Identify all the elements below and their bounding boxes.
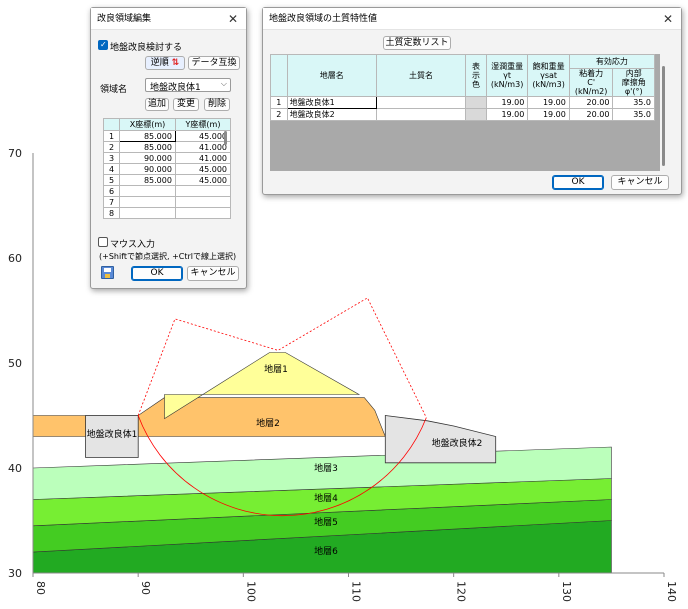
prop-header-sat: 飽和重量 γsat (kN/m3): [527, 54, 570, 97]
cancel-button[interactable]: キャンセル: [611, 175, 669, 190]
dialog-title-bar: 改良領域編集 ✕: [91, 8, 246, 30]
table-row[interactable]: 6: [103, 185, 232, 197]
soil-constant-list-button[interactable]: 土質定数リスト: [383, 36, 451, 50]
ok-button[interactable]: OK: [131, 266, 183, 281]
y-tick-label: 60: [8, 252, 22, 265]
coordinate-table[interactable]: X座標(m) Y座標(m) 1 85.000 45.000 2 85.000 41.00…: [103, 118, 232, 219]
prop-header-friction: 内部 摩擦角 φ'(°): [612, 68, 655, 97]
reverse-order-button[interactable]: 逆順 ⇅: [145, 56, 185, 70]
prop-header-soil: 土質名: [375, 54, 467, 97]
x-tick-label: 140: [665, 581, 678, 602]
selection-hint: (+Shiftで節点選択, +Ctrlで線上選択): [99, 252, 237, 261]
y-tick-label: 50: [8, 357, 22, 370]
prop-header-wet: 湿潤重量 γt (kN/m3): [485, 54, 529, 97]
x-tick-label: 120: [455, 581, 468, 602]
prop-header-cohesion: 粘着力 C' (kN/m2): [568, 68, 614, 97]
color-cell[interactable]: [465, 96, 487, 109]
close-icon[interactable]: ✕: [226, 8, 240, 30]
table-row[interactable]: 1 85.000 45.000: [103, 130, 232, 142]
table-row[interactable]: 2 85.000 41.000: [103, 141, 232, 153]
x-tick-label: 130: [560, 581, 573, 602]
soil-properties-table[interactable]: 地層名 土質名 表示色 湿潤重量 γt (kN/m3) 飽和重量 γsat (kN/m3…: [270, 54, 656, 121]
y-tick-label: 30: [8, 567, 22, 580]
table-row[interactable]: 7: [103, 196, 232, 208]
ok-button[interactable]: OK: [552, 175, 604, 190]
chevron-down-icon: ⌵: [220, 79, 227, 88]
data-swap-button[interactable]: データ互換: [188, 56, 240, 70]
y-tick-label: 70: [8, 147, 22, 160]
table-row[interactable]: 1 地盤改良体1 19.00 19.00 20.00 35.0: [270, 96, 655, 109]
table-row[interactable]: 2 地盤改良体2 19.00 19.00 20.00 35.0: [270, 108, 655, 121]
improvement-label-1: 地盤改良体1: [87, 428, 138, 440]
coord-header-y: Y座標(m): [174, 118, 232, 131]
layer-label-4: 地層4: [314, 492, 338, 504]
add-button[interactable]: 追加: [145, 98, 169, 111]
prop-header-index: [270, 54, 288, 97]
change-button[interactable]: 変更: [173, 98, 199, 111]
table-scrollbar[interactable]: [224, 131, 227, 145]
close-icon[interactable]: ✕: [661, 8, 675, 30]
save-icon[interactable]: [101, 266, 114, 279]
x-tick-label: 100: [244, 581, 257, 602]
x-tick-label: 80: [34, 581, 47, 595]
dialog-title: 改良領域編集: [97, 14, 152, 24]
mouse-input-checkbox[interactable]: [98, 237, 108, 247]
color-cell[interactable]: [465, 108, 487, 121]
table-scrollbar[interactable]: [662, 66, 665, 166]
prop-header-color: 表示色: [465, 54, 487, 97]
prop-header-effective-stress: 有効応力: [568, 54, 656, 69]
y-tick-label: 40: [8, 462, 22, 475]
soil-properties-dialog: 地盤改良領域の土質特性値 ✕ 土質定数リスト 地層名 土質名 表示色 湿潤重量 γ…: [262, 7, 682, 195]
coord-header-index: [103, 118, 120, 131]
table-row[interactable]: 8: [103, 207, 232, 219]
soil-layers: [32, 352, 612, 574]
prop-header-layer: 地層名: [286, 54, 377, 97]
x-tick-label: 110: [350, 581, 363, 602]
layer-label-6: 地層6: [314, 545, 338, 557]
coord-header-x: X座標(m): [119, 118, 176, 131]
table-row[interactable]: 3 90.000 41.000: [103, 152, 232, 164]
swap-arrows-icon: ⇅: [171, 58, 180, 68]
layer-label-5: 地層5: [314, 516, 338, 528]
dialog-title-bar: 地盤改良領域の土質特性値 ✕: [263, 8, 681, 30]
region-edit-dialog: 改良領域編集 ✕ 地盤改良検討する 逆順 ⇅ データ互換 領域名 地盤改良体1 …: [90, 7, 247, 289]
improvement-label-2: 地盤改良体2: [432, 437, 483, 449]
layer-label-2: 地層2: [256, 417, 280, 429]
dialog-title: 地盤改良領域の土質特性値: [269, 14, 378, 24]
delete-button[interactable]: 削除: [204, 98, 230, 111]
table-row[interactable]: 4 90.000 45.000: [103, 163, 232, 175]
region-select[interactable]: 地盤改良体1 ⌵: [145, 78, 231, 93]
table-row[interactable]: 5 85.000 45.000: [103, 174, 232, 186]
improvement-checkbox-label: 地盤改良検討する: [110, 43, 183, 53]
layer-label-3: 地層3: [314, 462, 338, 474]
region-name-label: 領域名: [100, 85, 128, 95]
mouse-input-label: マウス入力: [110, 240, 156, 250]
layer-label-1: 地層1: [264, 363, 288, 375]
improvement-checkbox[interactable]: [98, 40, 108, 50]
cancel-button[interactable]: キャンセル: [187, 266, 239, 281]
x-tick-label: 90: [139, 581, 152, 595]
